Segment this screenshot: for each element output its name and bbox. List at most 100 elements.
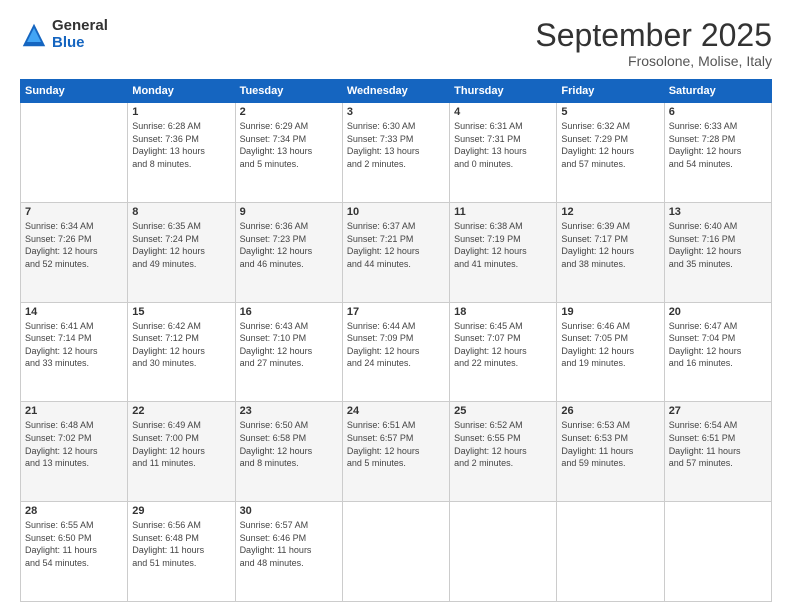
day-cell: 11 Sunrise: 6:38 AM Sunset: 7:19 PM Dayli… bbox=[450, 202, 557, 302]
weekday-header-thursday: Thursday bbox=[450, 80, 557, 103]
day-info: Sunrise: 6:51 AM Sunset: 6:57 PM Dayligh… bbox=[347, 419, 445, 469]
day-number: 30 bbox=[240, 505, 338, 517]
day-number: 12 bbox=[561, 206, 659, 218]
day-cell: 20 Sunrise: 6:47 AM Sunset: 7:04 PM Dayli… bbox=[664, 302, 771, 402]
day-cell: 14 Sunrise: 6:41 AM Sunset: 7:14 PM Dayli… bbox=[21, 302, 128, 402]
day-number: 26 bbox=[561, 405, 659, 417]
month-title: September 2025 bbox=[535, 18, 772, 53]
day-number: 29 bbox=[132, 505, 230, 517]
day-number: 11 bbox=[454, 206, 552, 218]
day-cell: 23Sunrise: 6:50 AM Sunset: 6:58 PM Dayli… bbox=[235, 402, 342, 502]
day-cell: 1 Sunrise: 6:28 AM Sunset: 7:36 PM Daylig… bbox=[128, 103, 235, 203]
logo-icon bbox=[20, 21, 48, 49]
weekday-header-friday: Friday bbox=[557, 80, 664, 103]
day-number: 24 bbox=[347, 405, 445, 417]
day-info: Sunrise: 6:34 AM Sunset: 7:26 PM Dayligh… bbox=[25, 220, 123, 270]
day-number: 23 bbox=[240, 405, 338, 417]
day-info: Sunrise: 6:52 AM Sunset: 6:55 PM Dayligh… bbox=[454, 419, 552, 469]
day-number: 19 bbox=[561, 306, 659, 318]
day-cell: 18Sunrise: 6:45 AM Sunset: 7:07 PM Dayli… bbox=[450, 302, 557, 402]
page: General Blue September 2025 Frosolone, M… bbox=[0, 0, 792, 612]
day-info: Sunrise: 6:56 AM Sunset: 6:48 PM Dayligh… bbox=[132, 519, 230, 569]
logo: General Blue bbox=[20, 18, 108, 51]
day-number: 10 bbox=[347, 206, 445, 218]
weekday-header-saturday: Saturday bbox=[664, 80, 771, 103]
weekday-header-tuesday: Tuesday bbox=[235, 80, 342, 103]
day-number: 6 bbox=[669, 106, 767, 118]
day-cell: 9Sunrise: 6:36 AM Sunset: 7:23 PM Daylig… bbox=[235, 202, 342, 302]
day-info: Sunrise: 6:38 AM Sunset: 7:19 PM Dayligh… bbox=[454, 220, 552, 270]
day-info: Sunrise: 6:48 AM Sunset: 7:02 PM Dayligh… bbox=[25, 419, 123, 469]
day-number: 20 bbox=[669, 306, 767, 318]
day-info: Sunrise: 6:36 AM Sunset: 7:23 PM Dayligh… bbox=[240, 220, 338, 270]
day-cell: 13 Sunrise: 6:40 AM Sunset: 7:16 PM Dayli… bbox=[664, 202, 771, 302]
day-info: Sunrise: 6:53 AM Sunset: 6:53 PM Dayligh… bbox=[561, 419, 659, 469]
day-cell: 24 Sunrise: 6:51 AM Sunset: 6:57 PM Dayli… bbox=[342, 402, 449, 502]
day-info: Sunrise: 6:44 AM Sunset: 7:09 PM Dayligh… bbox=[347, 320, 445, 370]
day-number: 13 bbox=[669, 206, 767, 218]
location: Frosolone, Molise, Italy bbox=[535, 53, 772, 69]
day-cell: 22 Sunrise: 6:49 AM Sunset: 7:00 PM Dayli… bbox=[128, 402, 235, 502]
day-cell: 10Sunrise: 6:37 AM Sunset: 7:21 PM Dayli… bbox=[342, 202, 449, 302]
day-number: 28 bbox=[25, 505, 123, 517]
day-cell bbox=[342, 502, 449, 602]
day-cell bbox=[664, 502, 771, 602]
weekday-header-wednesday: Wednesday bbox=[342, 80, 449, 103]
logo-blue: Blue bbox=[52, 35, 108, 52]
day-info: Sunrise: 6:49 AM Sunset: 7:00 PM Dayligh… bbox=[132, 419, 230, 469]
day-number: 21 bbox=[25, 405, 123, 417]
day-number: 1 bbox=[132, 106, 230, 118]
day-number: 18 bbox=[454, 306, 552, 318]
day-cell: 25Sunrise: 6:52 AM Sunset: 6:55 PM Dayli… bbox=[450, 402, 557, 502]
title-block: September 2025 Frosolone, Molise, Italy bbox=[535, 18, 772, 69]
day-cell: 19 Sunrise: 6:46 AM Sunset: 7:05 PM Dayli… bbox=[557, 302, 664, 402]
day-number: 16 bbox=[240, 306, 338, 318]
day-cell: 27 Sunrise: 6:54 AM Sunset: 6:51 PM Dayli… bbox=[664, 402, 771, 502]
day-info: Sunrise: 6:54 AM Sunset: 6:51 PM Dayligh… bbox=[669, 419, 767, 469]
day-info: Sunrise: 6:57 AM Sunset: 6:46 PM Dayligh… bbox=[240, 519, 338, 569]
day-cell bbox=[450, 502, 557, 602]
day-cell: 15 Sunrise: 6:42 AM Sunset: 7:12 PM Dayli… bbox=[128, 302, 235, 402]
day-cell: 21 Sunrise: 6:48 AM Sunset: 7:02 PM Dayli… bbox=[21, 402, 128, 502]
week-row-3: 21 Sunrise: 6:48 AM Sunset: 7:02 PM Dayli… bbox=[21, 402, 772, 502]
day-info: Sunrise: 6:28 AM Sunset: 7:36 PM Dayligh… bbox=[132, 120, 230, 170]
day-number: 2 bbox=[240, 106, 338, 118]
logo-general: General bbox=[52, 18, 108, 35]
day-number: 22 bbox=[132, 405, 230, 417]
day-cell: 29 Sunrise: 6:56 AM Sunset: 6:48 PM Dayli… bbox=[128, 502, 235, 602]
day-cell bbox=[21, 103, 128, 203]
day-info: Sunrise: 6:55 AM Sunset: 6:50 PM Dayligh… bbox=[25, 519, 123, 569]
day-number: 7 bbox=[25, 206, 123, 218]
day-info: Sunrise: 6:30 AM Sunset: 7:33 PM Dayligh… bbox=[347, 120, 445, 170]
day-info: Sunrise: 6:46 AM Sunset: 7:05 PM Dayligh… bbox=[561, 320, 659, 370]
week-row-0: 1 Sunrise: 6:28 AM Sunset: 7:36 PM Daylig… bbox=[21, 103, 772, 203]
day-info: Sunrise: 6:32 AM Sunset: 7:29 PM Dayligh… bbox=[561, 120, 659, 170]
day-cell: 30 Sunrise: 6:57 AM Sunset: 6:46 PM Dayli… bbox=[235, 502, 342, 602]
day-info: Sunrise: 6:40 AM Sunset: 7:16 PM Dayligh… bbox=[669, 220, 767, 270]
day-number: 17 bbox=[347, 306, 445, 318]
day-number: 8 bbox=[132, 206, 230, 218]
day-cell: 28 Sunrise: 6:55 AM Sunset: 6:50 PM Dayli… bbox=[21, 502, 128, 602]
day-cell: 3Sunrise: 6:30 AM Sunset: 7:33 PM Daylig… bbox=[342, 103, 449, 203]
day-info: Sunrise: 6:33 AM Sunset: 7:28 PM Dayligh… bbox=[669, 120, 767, 170]
day-info: Sunrise: 6:39 AM Sunset: 7:17 PM Dayligh… bbox=[561, 220, 659, 270]
day-number: 4 bbox=[454, 106, 552, 118]
weekday-header-monday: Monday bbox=[128, 80, 235, 103]
day-cell: 2 Sunrise: 6:29 AM Sunset: 7:34 PM Daylig… bbox=[235, 103, 342, 203]
week-row-4: 28 Sunrise: 6:55 AM Sunset: 6:50 PM Dayli… bbox=[21, 502, 772, 602]
day-cell: 8Sunrise: 6:35 AM Sunset: 7:24 PM Daylig… bbox=[128, 202, 235, 302]
day-number: 15 bbox=[132, 306, 230, 318]
day-info: Sunrise: 6:47 AM Sunset: 7:04 PM Dayligh… bbox=[669, 320, 767, 370]
day-info: Sunrise: 6:29 AM Sunset: 7:34 PM Dayligh… bbox=[240, 120, 338, 170]
day-info: Sunrise: 6:31 AM Sunset: 7:31 PM Dayligh… bbox=[454, 120, 552, 170]
day-info: Sunrise: 6:42 AM Sunset: 7:12 PM Dayligh… bbox=[132, 320, 230, 370]
week-row-2: 14 Sunrise: 6:41 AM Sunset: 7:14 PM Dayli… bbox=[21, 302, 772, 402]
week-row-1: 7 Sunrise: 6:34 AM Sunset: 7:26 PM Daylig… bbox=[21, 202, 772, 302]
day-number: 14 bbox=[25, 306, 123, 318]
header: General Blue September 2025 Frosolone, M… bbox=[20, 18, 772, 69]
day-info: Sunrise: 6:41 AM Sunset: 7:14 PM Dayligh… bbox=[25, 320, 123, 370]
day-number: 27 bbox=[669, 405, 767, 417]
day-info: Sunrise: 6:43 AM Sunset: 7:10 PM Dayligh… bbox=[240, 320, 338, 370]
day-cell: 5Sunrise: 6:32 AM Sunset: 7:29 PM Daylig… bbox=[557, 103, 664, 203]
calendar-table: SundayMondayTuesdayWednesdayThursdayFrid… bbox=[20, 79, 772, 602]
